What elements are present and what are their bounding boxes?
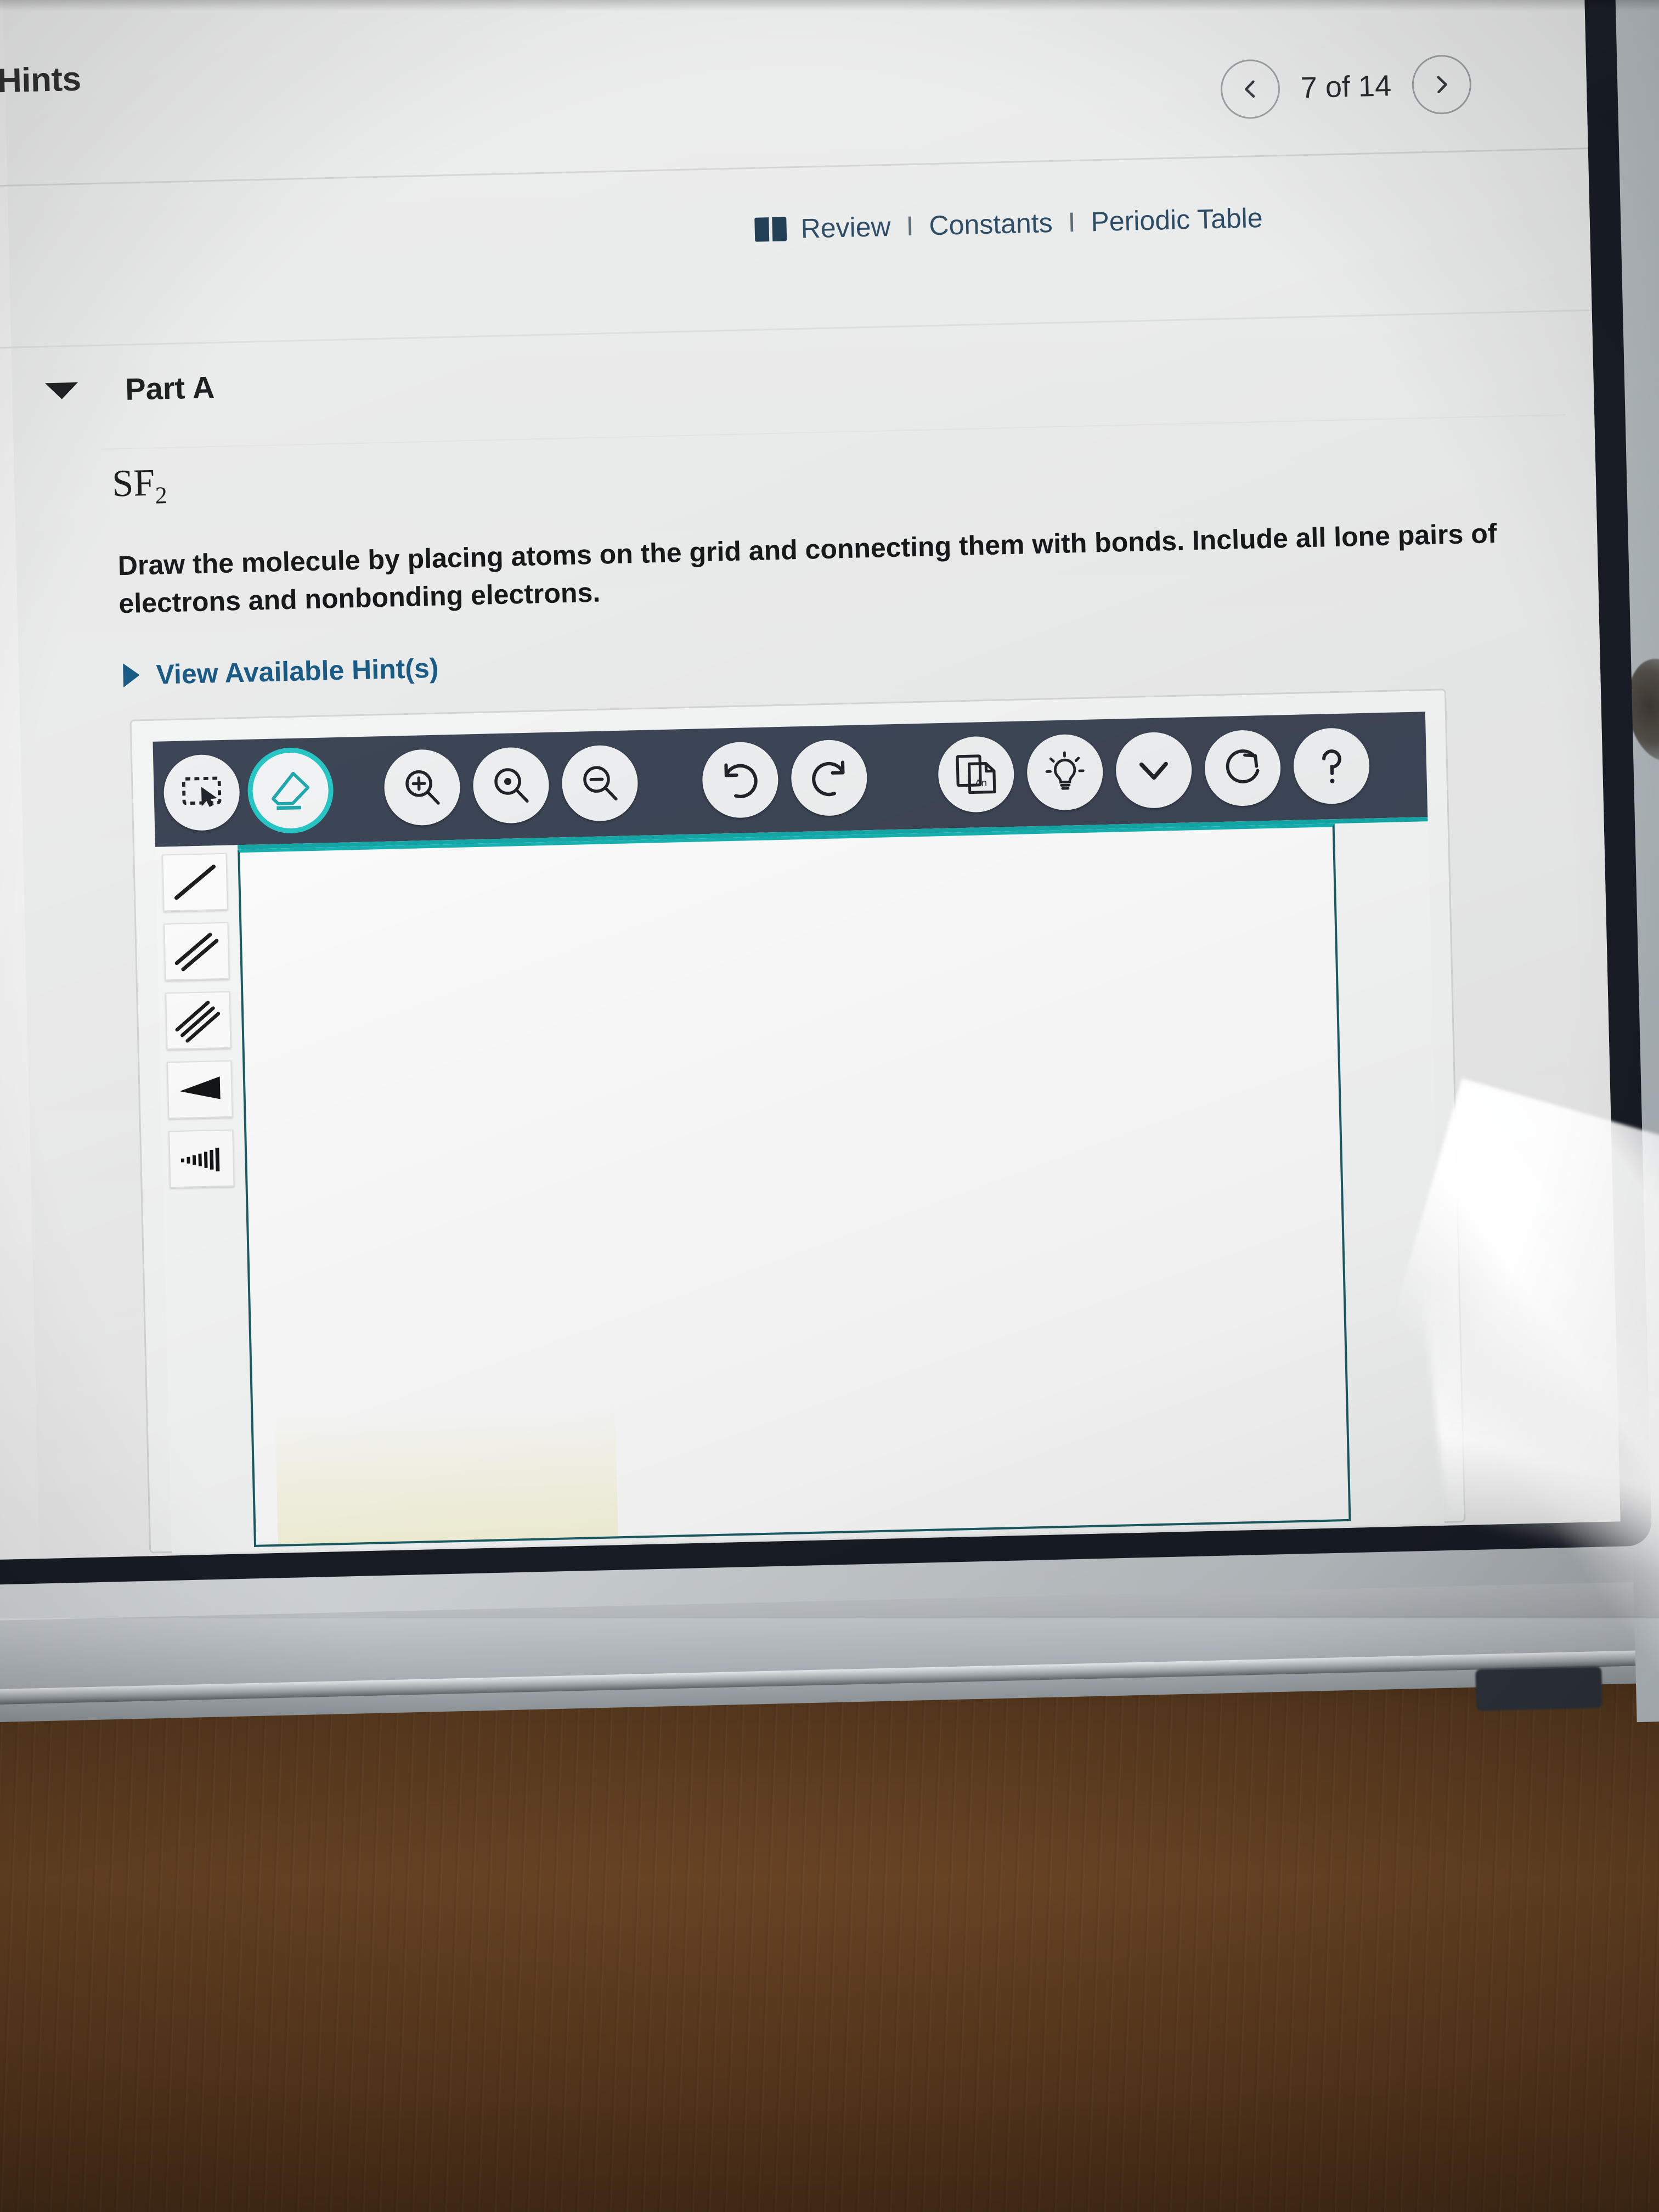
caret-right-icon	[123, 663, 140, 688]
next-question-button[interactable]	[1411, 54, 1472, 115]
resource-links: Review I Constants I Periodic Table	[754, 202, 1263, 246]
laptop-foot	[1475, 1666, 1602, 1711]
view-available-hints-label: View Available Hint(s)	[155, 652, 439, 690]
more-options-button[interactable]	[1115, 731, 1193, 809]
hash-bond-icon	[180, 1147, 220, 1172]
screen-backlight-artifact	[275, 1404, 618, 1544]
triple-bond-icon	[175, 1001, 221, 1043]
help-question-icon	[1322, 749, 1341, 783]
lightbulb-icon	[1045, 751, 1085, 790]
hash-bond-button[interactable]	[168, 1129, 235, 1188]
review-link[interactable]: Review	[800, 211, 891, 245]
zoom-out-icon	[583, 766, 618, 801]
molecule-canvas[interactable]	[238, 823, 1351, 1547]
marquee-select-icon	[182, 776, 222, 808]
zoom-in-button[interactable]	[383, 748, 461, 826]
reset-icon	[1226, 749, 1260, 783]
chevron-left-icon	[1245, 80, 1255, 98]
link-separator-2: I	[1067, 206, 1076, 238]
help-button[interactable]	[1293, 727, 1370, 805]
formula-main: SF	[111, 461, 156, 505]
part-divider	[101, 414, 1566, 450]
caret-down-icon[interactable]	[44, 382, 78, 399]
double-bond-button[interactable]	[163, 922, 230, 981]
marquee-select-tool-button[interactable]	[163, 754, 241, 832]
hint-lightbulb-button[interactable]	[1026, 733, 1104, 811]
previous-question-button[interactable]	[1220, 59, 1281, 120]
assignment-page: Hints 7 of 14 Review I Constants I Perio…	[0, 0, 1621, 1559]
view-available-hints-link[interactable]: View Available Hint(s)	[123, 652, 439, 692]
undo-icon	[724, 763, 758, 798]
page-title: Hints	[0, 60, 82, 100]
zoom-reset-button[interactable]	[472, 746, 550, 825]
open-book-icon	[754, 217, 787, 242]
chevron-right-icon	[1437, 76, 1447, 94]
link-separator-1: I	[905, 210, 915, 242]
zoom-in-icon	[405, 770, 440, 805]
question-instructions: Draw the molecule by placing atoms on th…	[117, 518, 1498, 619]
laptop-screen: Hints 7 of 14 Review I Constants I Perio…	[0, 0, 1621, 1564]
zoom-reset-icon	[494, 768, 529, 803]
wedge-bond-button[interactable]	[167, 1060, 233, 1119]
single-bond-button[interactable]	[162, 853, 228, 912]
copy-paste-label: An	[975, 777, 988, 789]
undo-button[interactable]	[701, 741, 779, 819]
copy-paste-icon: An	[956, 754, 996, 794]
copy-paste-button[interactable]: An	[937, 735, 1015, 814]
periodic-table-link[interactable]: Periodic Table	[1091, 202, 1263, 238]
double-bond-icon	[174, 933, 219, 972]
formula-subscript: 2	[155, 482, 168, 509]
redo-button[interactable]	[790, 739, 868, 817]
links-divider	[0, 308, 1621, 349]
molecule-drawing-widget: An	[129, 689, 1466, 1554]
header-divider	[0, 146, 1621, 187]
part-header[interactable]: Part A	[44, 369, 215, 409]
part-label: Part A	[125, 370, 215, 407]
zoom-out-button[interactable]	[561, 744, 639, 822]
canvas-area	[155, 817, 1444, 1554]
chevron-down-icon	[1139, 761, 1168, 780]
eraser-icon	[271, 771, 310, 810]
molecular-formula: SF2	[111, 461, 167, 510]
triple-bond-button[interactable]	[165, 991, 232, 1050]
eraser-tool-button[interactable]	[252, 752, 330, 830]
pager-label: 7 of 14	[1300, 69, 1392, 105]
redo-icon	[812, 760, 845, 797]
wedge-bond-icon	[179, 1076, 221, 1099]
reset-canvas-button[interactable]	[1204, 729, 1282, 807]
photo-scene: Hints 7 of 14 Review I Constants I Perio…	[0, 0, 1659, 2212]
bond-palette	[162, 853, 235, 1188]
constants-link[interactable]: Constants	[929, 207, 1053, 241]
single-bond-icon	[174, 865, 216, 900]
question-pager: 7 of 14	[1220, 54, 1472, 120]
